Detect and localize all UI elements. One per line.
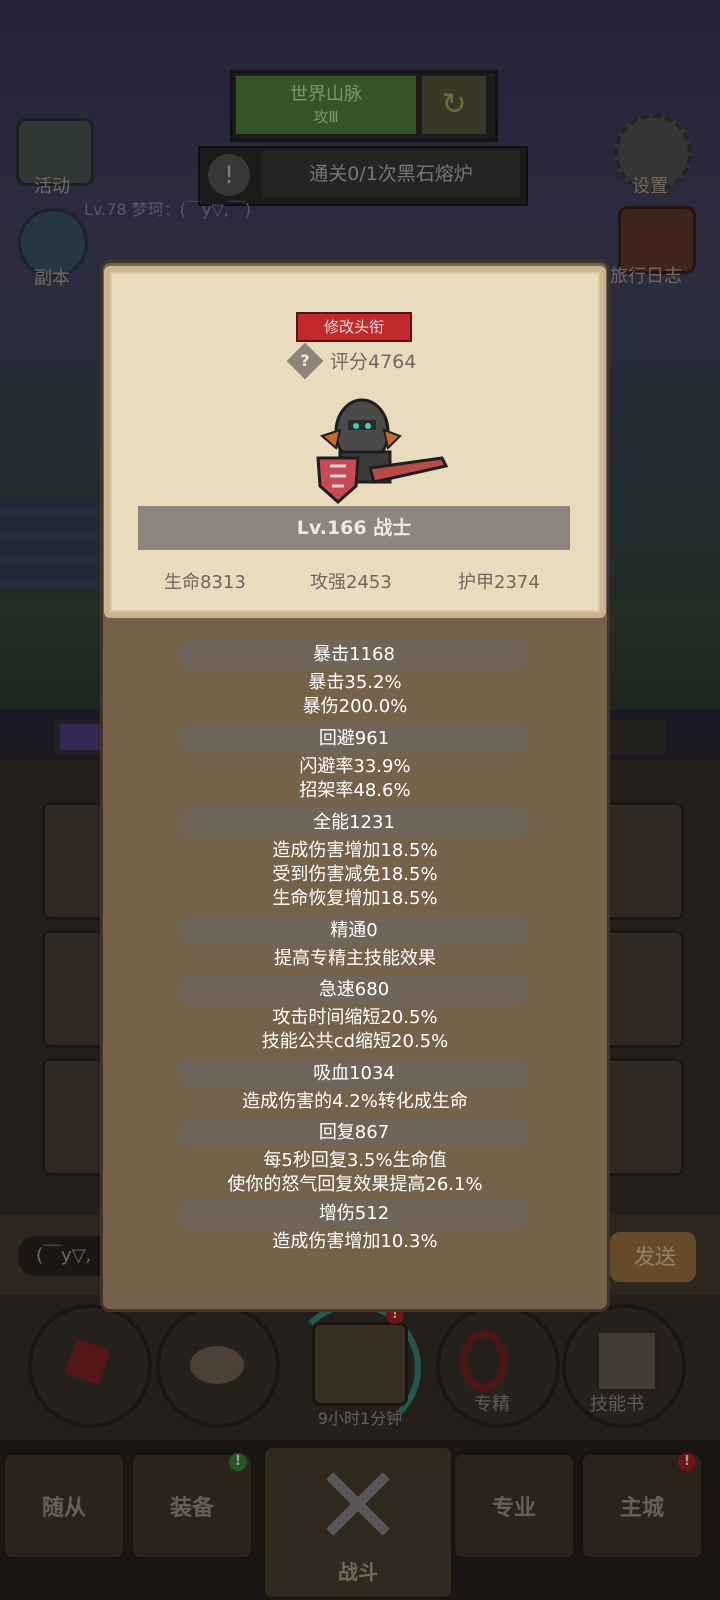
stat-line: 每5秒回复3.5%生命值 — [263, 1150, 447, 1171]
hp-stat: 生命8313 — [164, 572, 246, 593]
notification-badge: ! — [229, 1453, 247, 1471]
stat-header-versatility: 全能1231 — [178, 808, 530, 838]
chest-icon[interactable] — [312, 1322, 408, 1406]
stat-line: 提高专精主技能效果 — [274, 948, 436, 969]
dungeon-label[interactable]: 副本 — [34, 264, 70, 290]
settings-label[interactable]: 设置 — [632, 172, 668, 198]
stat-line: 招架率48.6% — [299, 780, 411, 801]
score-text: 评分4764 — [330, 351, 417, 373]
book-icon — [596, 1330, 658, 1392]
stat-header-crit: 暴击1168 — [178, 640, 530, 670]
stat-line: 暴伤200.0% — [302, 696, 408, 717]
stat-line: 造成伤害的4.2%转化成生命 — [242, 1091, 468, 1112]
help-question-mark: ? — [300, 351, 310, 370]
stat-line: 攻击时间缩短20.5% — [272, 1007, 438, 1028]
stat-header-damage-increase: 增伤512 — [178, 1199, 530, 1229]
stat-line: 使你的怒气回复效果提高26.1% — [227, 1174, 483, 1195]
exclamation-icon: ! — [208, 154, 250, 196]
stat-line: 暴击35.2% — [308, 672, 402, 693]
stat-line: 生命恢复增加18.5% — [272, 888, 438, 909]
potion-button[interactable] — [28, 1304, 152, 1428]
stat-line: 受到伤害减免18.5% — [272, 864, 438, 885]
nav-profession[interactable]: 专业 — [452, 1452, 576, 1560]
nav-followers[interactable]: 随从 — [2, 1452, 126, 1560]
activity-label[interactable]: 活动 — [34, 172, 70, 198]
warrior-avatar — [316, 398, 449, 505]
chest-timer: 9小时1分钟 — [317, 1409, 403, 1428]
skillbook-label[interactable]: 技能书 — [590, 1390, 644, 1416]
potion-icon — [64, 1338, 112, 1386]
world-boss-line1: 世界山脉 — [290, 84, 362, 105]
nav-battle-label[interactable]: 战斗 — [262, 1556, 454, 1585]
stat-header-avoidance: 回避961 — [178, 724, 530, 754]
target-icon — [460, 1330, 508, 1392]
refresh-icon[interactable]: ↻ — [422, 76, 486, 134]
stat-header-lifesteal: 吸血1034 — [178, 1059, 530, 1089]
quest-text[interactable]: 通关0/1次黑石熔炉 — [262, 150, 520, 198]
stat-line: 造成伤害增加18.5% — [272, 840, 438, 861]
notification-badge: ! — [678, 1453, 696, 1471]
specialty-label[interactable]: 专精 — [474, 1390, 510, 1416]
stat-header-mastery: 精通0 — [178, 916, 530, 946]
armor-stat: 护甲2374 — [458, 572, 540, 593]
world-boss-line2: 攻Ⅲ — [313, 108, 339, 126]
stat-header-regen: 回复867 — [178, 1118, 530, 1148]
player-name-line: Lv.78 梦珂：(￣y▽,￣) — [84, 200, 252, 219]
travel-log-label[interactable]: 旅行日志 — [610, 262, 682, 288]
chat-send-button[interactable]: 发送 — [610, 1232, 696, 1282]
stat-header-haste: 急速680 — [178, 975, 530, 1005]
stat-line: 造成伤害增加10.3% — [272, 1231, 438, 1252]
edit-title-button[interactable]: 修改头衔 — [296, 312, 412, 342]
stat-line: 技能公共cd缩短20.5% — [261, 1031, 449, 1052]
world-boss-label[interactable]: 世界山脉 攻Ⅲ — [236, 76, 416, 134]
bread-button[interactable] — [156, 1304, 280, 1428]
roof-decoration — [0, 500, 110, 590]
class-level-bar: Lv.166 战士 — [138, 506, 570, 550]
attack-stat: 攻强2453 — [310, 572, 392, 593]
bread-icon — [190, 1346, 244, 1384]
crossed-swords-icon — [323, 1468, 393, 1538]
stat-line: 闪避率33.9% — [299, 756, 411, 777]
